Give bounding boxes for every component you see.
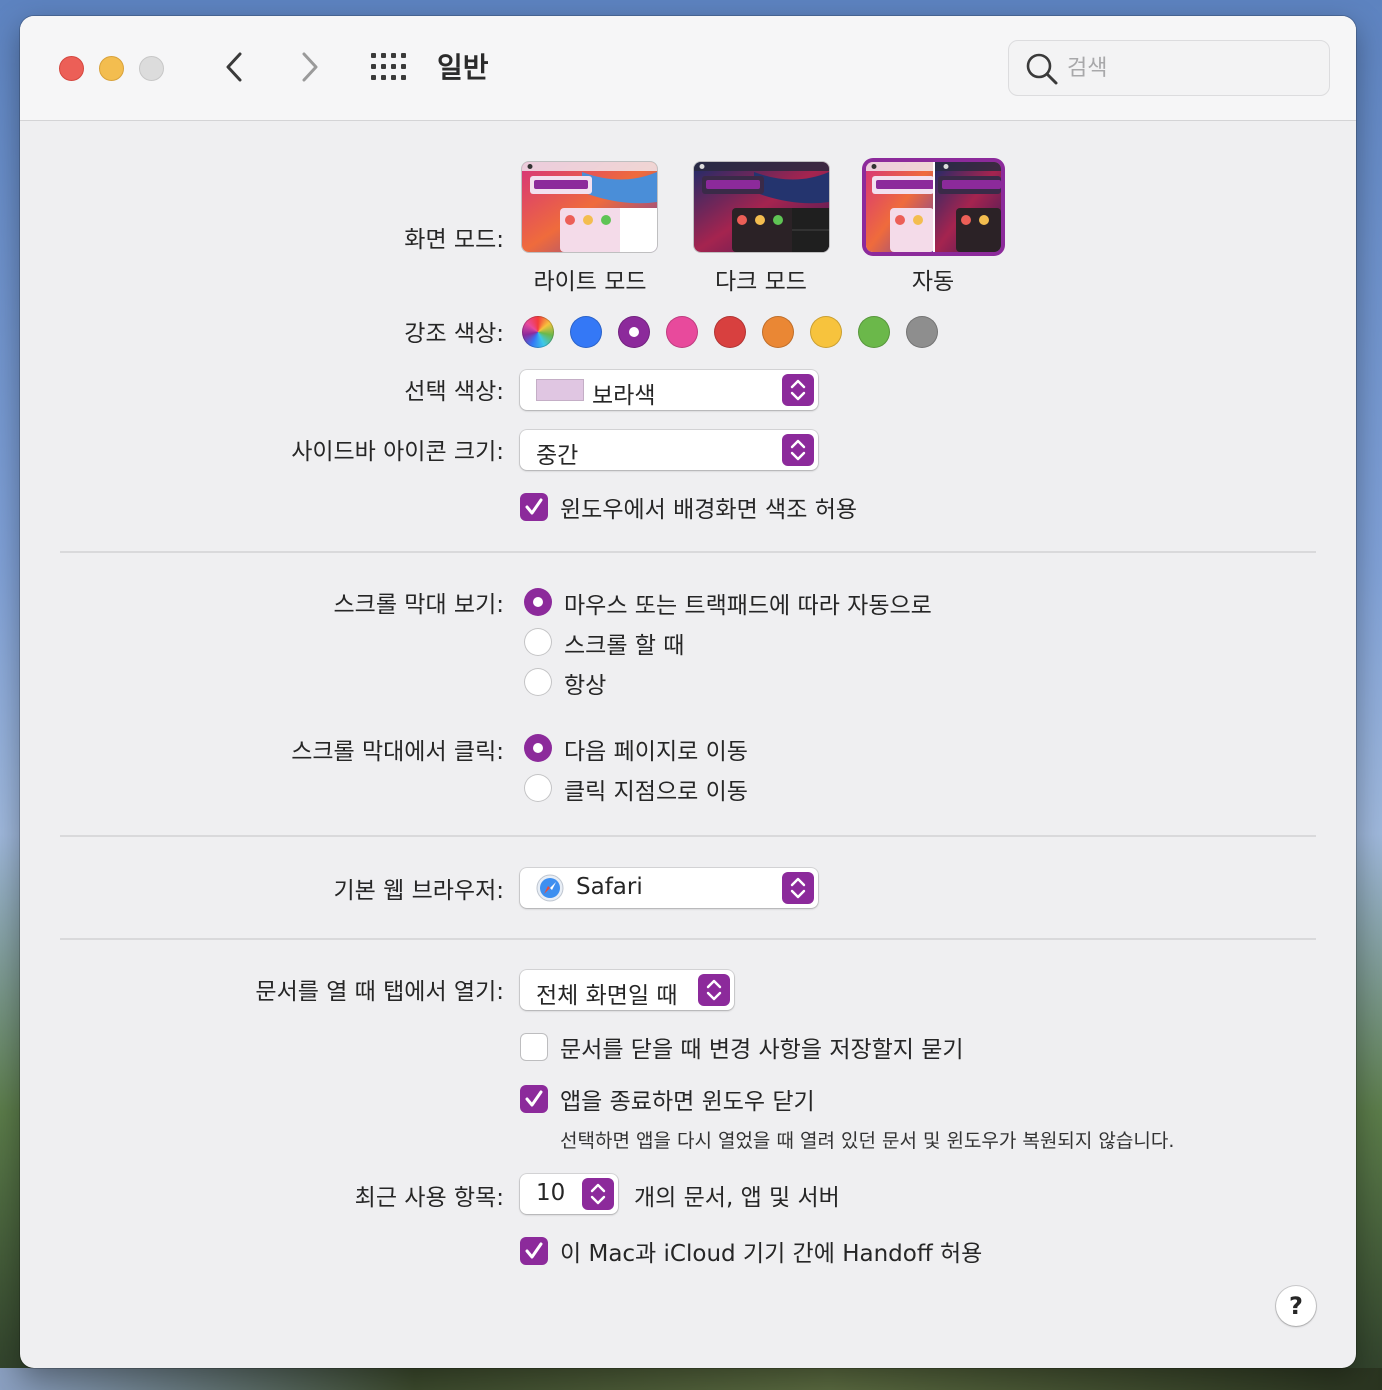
handoff-label[interactable]: 이 Mac과 iCloud 기기 간에 Handoff 허용 xyxy=(560,1234,982,1268)
popup-stepper xyxy=(782,434,814,466)
search-field[interactable] xyxy=(1008,40,1330,96)
toolbar: 일반 xyxy=(20,16,1356,121)
system-preferences-window: 일반 화면 모드: xyxy=(20,16,1356,1368)
accent-green-swatch[interactable] xyxy=(858,316,890,348)
up-down-chevron-icon xyxy=(790,877,806,899)
highlight-color-value: 보라색 xyxy=(592,383,656,409)
close-windows-note: 선택하면 앱을 다시 열었을 때 열려 있던 문서 및 윈도우가 복원되지 않습… xyxy=(560,1130,1175,1152)
recent-items-popup[interactable]: 10 xyxy=(520,1174,618,1214)
section-divider xyxy=(60,938,1316,940)
scrollbars-auto-radio[interactable] xyxy=(524,588,552,616)
click-next-page-label[interactable]: 다음 페이지로 이동 xyxy=(564,732,748,766)
scrollbars-always-label[interactable]: 항상 xyxy=(564,666,606,700)
default-browser-value: Safari xyxy=(576,874,643,900)
popup-stepper xyxy=(698,974,730,1006)
scrollbars-when-scrolling-label[interactable]: 스크롤 할 때 xyxy=(564,626,684,660)
accent-multicolor-swatch[interactable] xyxy=(522,316,554,348)
click-spot-label[interactable]: 클릭 지점으로 이동 xyxy=(564,772,748,806)
chevron-right-icon xyxy=(302,52,318,82)
window-title: 일반 xyxy=(437,51,489,84)
popup-stepper xyxy=(582,1178,614,1210)
section-divider xyxy=(60,551,1316,553)
prefer-tabs-label: 문서를 열 때 탭에서 열기: xyxy=(255,979,504,1005)
recent-items-suffix: 개의 문서, 앱 및 서버 xyxy=(634,1185,840,1211)
sidebar-icon-size-label: 사이드바 아이콘 크기: xyxy=(291,439,504,465)
highlight-color-popup[interactable]: 보라색 xyxy=(520,370,818,410)
close-windows-label[interactable]: 앱을 종료하면 윈도우 닫기 xyxy=(560,1082,815,1116)
recent-items-label: 최근 사용 항목: xyxy=(354,1185,504,1211)
forward-button[interactable] xyxy=(292,50,326,84)
checkmark-icon xyxy=(525,498,543,515)
auto-mode-label[interactable]: 자동 xyxy=(853,262,1013,296)
show-scrollbars-label: 스크롤 막대 보기: xyxy=(333,592,505,618)
section-divider xyxy=(60,835,1316,837)
accent-graphite-swatch[interactable] xyxy=(906,316,938,348)
safari-icon xyxy=(536,874,564,906)
sidebar-icon-size-popup[interactable]: 중간 xyxy=(520,430,818,470)
search-icon xyxy=(1026,53,1058,85)
light-mode-label[interactable]: 라이트 모드 xyxy=(510,262,670,296)
scrollbars-when-scrolling-radio[interactable] xyxy=(524,628,552,656)
prefer-tabs-value: 전체 화면일 때 xyxy=(536,983,678,1009)
accent-red-swatch[interactable] xyxy=(714,316,746,348)
click-next-page-radio[interactable] xyxy=(524,734,552,762)
light-mode-preview-image xyxy=(522,162,657,252)
prefer-tabs-popup[interactable]: 전체 화면일 때 xyxy=(520,970,734,1010)
scrollbars-always-radio[interactable] xyxy=(524,668,552,696)
desktop-background xyxy=(0,1368,1382,1390)
default-browser-label: 기본 웹 브라우저: xyxy=(333,878,505,904)
chevron-left-icon xyxy=(226,52,242,82)
search-input[interactable] xyxy=(1067,51,1317,85)
accent-orange-swatch[interactable] xyxy=(762,316,794,348)
handoff-checkbox[interactable] xyxy=(520,1237,548,1265)
light-mode-thumbnail[interactable] xyxy=(522,162,657,252)
recent-items-value: 10 xyxy=(536,1180,566,1206)
up-down-chevron-icon xyxy=(590,1183,606,1205)
highlight-color-label: 선택 색상: xyxy=(404,379,504,405)
dark-mode-label[interactable]: 다크 모드 xyxy=(681,262,841,296)
click-spot-radio[interactable] xyxy=(524,774,552,802)
ask-to-save-checkbox[interactable] xyxy=(520,1033,548,1061)
show-all-button[interactable] xyxy=(370,52,408,82)
sidebar-icon-size-value: 중간 xyxy=(536,443,579,469)
minimize-window-button[interactable] xyxy=(99,56,124,81)
popup-stepper xyxy=(782,872,814,904)
highlight-color-preview xyxy=(536,379,584,401)
zoom-window-button[interactable] xyxy=(139,56,164,81)
close-window-button[interactable] xyxy=(59,56,84,81)
appearance-label: 화면 모드: xyxy=(404,227,504,253)
scrollbars-auto-label[interactable]: 마우스 또는 트랙패드에 따라 자동으로 xyxy=(564,586,932,620)
wallpaper-tinting-checkbox[interactable] xyxy=(520,493,548,521)
dark-mode-preview-image xyxy=(694,162,829,252)
checkmark-icon xyxy=(525,1090,543,1107)
ask-to-save-label[interactable]: 문서를 닫을 때 변경 사항을 저장할지 묻기 xyxy=(560,1030,964,1064)
dark-mode-thumbnail[interactable] xyxy=(694,162,829,252)
checkmark-icon xyxy=(525,1242,543,1259)
accent-pink-swatch[interactable] xyxy=(666,316,698,348)
help-button[interactable]: ? xyxy=(1276,1286,1316,1326)
accent-blue-swatch[interactable] xyxy=(570,316,602,348)
default-browser-popup[interactable]: Safari xyxy=(520,868,818,908)
auto-mode-preview-image xyxy=(866,162,1001,252)
grid-icon xyxy=(371,53,406,80)
accent-color-label: 강조 색상: xyxy=(404,321,504,347)
accent-yellow-swatch[interactable] xyxy=(810,316,842,348)
accent-purple-swatch[interactable] xyxy=(618,316,650,348)
up-down-chevron-icon xyxy=(790,379,806,401)
wallpaper-tinting-label[interactable]: 윈도우에서 배경화면 색조 허용 xyxy=(560,490,857,524)
popup-stepper xyxy=(782,374,814,406)
up-down-chevron-icon xyxy=(790,439,806,461)
scrollbar-click-label: 스크롤 막대에서 클릭: xyxy=(291,739,504,765)
close-windows-checkbox[interactable] xyxy=(520,1085,548,1113)
back-button[interactable] xyxy=(218,50,252,84)
auto-mode-thumbnail[interactable] xyxy=(866,162,1001,252)
up-down-chevron-icon xyxy=(706,979,722,1001)
